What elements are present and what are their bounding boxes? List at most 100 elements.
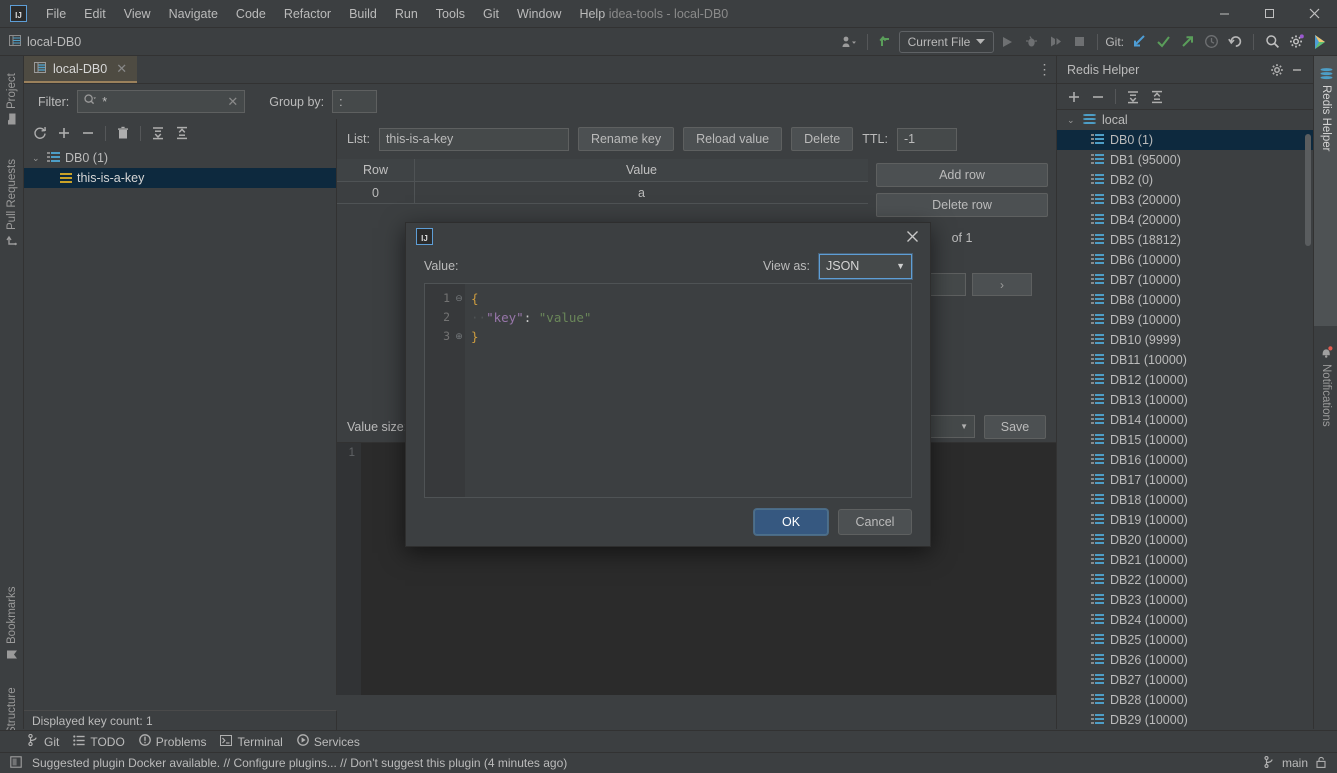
code-content[interactable]: {··"key": "value"} [465,284,911,497]
code-fold-gutter[interactable]: ⊖ ⊕ [453,284,465,497]
run-configuration-selector[interactable]: Current File [898,30,995,53]
cancel-button[interactable]: Cancel [838,509,912,535]
sidebar-item-bookmarks[interactable]: Bookmarks [0,574,24,666]
tree-node-db26[interactable]: DB26 (10000) [1057,650,1313,670]
tree-node-local[interactable]: ⌄ local [1057,110,1313,130]
redis-tree-scrollbar[interactable] [1305,134,1311,246]
view-as-select[interactable]: JSON ▼ [818,252,913,280]
close-icon[interactable]: ✕ [116,61,127,77]
delete-row-button[interactable]: Delete row [876,193,1048,217]
clear-filter-icon[interactable]: ✕ [227,94,238,110]
maximize-button[interactable] [1247,0,1292,27]
ai-assistant-icon[interactable] [1309,31,1331,53]
expand-all-icon[interactable] [1122,86,1144,108]
close-button[interactable] [1292,0,1337,27]
update-project-icon[interactable] [875,31,897,53]
tree-node-db3[interactable]: DB3 (20000) [1057,190,1313,210]
json-code-editor[interactable]: 123 ⊖ ⊕ {··"key": "value"} [424,283,912,498]
sidebar-item-pull-requests[interactable]: Pull Requests [0,142,24,252]
tree-node-db23[interactable]: DB23 (10000) [1057,590,1313,610]
search-everywhere-icon[interactable] [1261,31,1283,53]
minimize-button[interactable] [1202,0,1247,27]
table-row[interactable]: 0 a [337,182,868,204]
menu-tools[interactable]: Tools [427,3,474,25]
tree-node-db19[interactable]: DB19 (10000) [1057,510,1313,530]
menu-code[interactable]: Code [227,3,275,25]
key-name-input[interactable]: this-is-a-key [378,127,569,151]
run-with-coverage-button[interactable] [1044,31,1066,53]
tree-node-db12[interactable]: DB12 (10000) [1057,370,1313,390]
tree-node-db17[interactable]: DB17 (10000) [1057,470,1313,490]
git-commit-icon[interactable] [1152,31,1174,53]
delete-key-button[interactable]: Delete [791,127,854,151]
tool-button-terminal[interactable]: Terminal [220,734,283,749]
rollback-icon[interactable] [1224,31,1246,53]
tree-node-db8[interactable]: DB8 (10000) [1057,290,1313,310]
tree-node-db29[interactable]: DB29 (10000) [1057,710,1313,729]
cell-value[interactable]: a [415,182,868,203]
tree-node-db25[interactable]: DB25 (10000) [1057,630,1313,650]
status-branch[interactable]: main [1282,756,1308,770]
tree-node-db20[interactable]: DB20 (10000) [1057,530,1313,550]
remove-key-icon[interactable] [77,122,99,144]
tool-button-services[interactable]: Services [296,734,360,749]
tree-node-db6[interactable]: DB6 (10000) [1057,250,1313,270]
tree-node-db14[interactable]: DB14 (10000) [1057,410,1313,430]
tree-node-db0[interactable]: DB0 (1) [1057,130,1313,150]
redis-connection-tree[interactable]: ⌄ local DB0 (1) DB1 (95000) DB2 (0) DB3 (20… [1057,110,1313,729]
chevron-down-icon[interactable]: ⌄ [1067,115,1077,126]
tree-node-db10[interactable]: DB10 (9999) [1057,330,1313,350]
ok-button[interactable]: OK [754,509,828,535]
menu-run[interactable]: Run [386,3,427,25]
menu-navigate[interactable]: Navigate [160,3,227,25]
lock-icon[interactable] [1315,756,1327,771]
add-key-icon[interactable] [53,122,75,144]
tree-node-db16[interactable]: DB16 (10000) [1057,450,1313,470]
tree-node-db5[interactable]: DB5 (18812) [1057,230,1313,250]
tree-node-db0[interactable]: ⌄ DB0 (1) [24,148,336,168]
menu-view[interactable]: View [115,3,160,25]
menu-refactor[interactable]: Refactor [275,3,340,25]
tree-node-key[interactable]: this-is-a-key [24,168,336,188]
expand-all-icon[interactable] [147,122,169,144]
tool-button-problems[interactable]: Problems [138,734,206,749]
dialog-close-button[interactable] [900,225,924,247]
git-history-icon[interactable] [1200,31,1222,53]
next-page-button[interactable]: › [972,273,1032,296]
group-by-input[interactable]: : [332,90,378,113]
collapse-all-icon[interactable] [171,122,193,144]
save-button[interactable]: Save [984,414,1046,439]
delete-icon[interactable] [112,122,134,144]
tree-node-db28[interactable]: DB28 (10000) [1057,690,1313,710]
tree-node-db22[interactable]: DB22 (10000) [1057,570,1313,590]
minimize-panel-icon[interactable] [1287,60,1307,80]
reload-value-button[interactable]: Reload value [683,127,783,151]
code-fold-icon[interactable]: ⊕ [455,327,463,346]
menu-edit[interactable]: Edit [75,3,115,25]
tree-node-db9[interactable]: DB9 (10000) [1057,310,1313,330]
profile-icon[interactable] [838,31,860,53]
sidebar-item-project[interactable]: Project [0,58,24,130]
menu-git[interactable]: Git [474,3,508,25]
tree-node-db11[interactable]: DB11 (10000) [1057,350,1313,370]
column-header-value[interactable]: Value [415,159,868,181]
key-tree[interactable]: ⌄ DB0 (1) this-is-a-key [24,147,336,695]
stop-button[interactable] [1068,31,1090,53]
notification-log-icon[interactable] [10,755,22,771]
git-pull-icon[interactable] [1128,31,1150,53]
menu-file[interactable]: File [37,3,75,25]
menu-build[interactable]: Build [340,3,386,25]
filter-input[interactable]: * ✕ [77,90,246,113]
tree-node-db18[interactable]: DB18 (10000) [1057,490,1313,510]
tree-node-db21[interactable]: DB21 (10000) [1057,550,1313,570]
remove-connection-icon[interactable] [1087,86,1109,108]
menu-help[interactable]: Help [570,3,614,25]
collapse-all-icon[interactable] [1146,86,1168,108]
editor-tab-local-db0[interactable]: local-DB0 ✕ [24,56,138,83]
settings-gear-icon[interactable] [1285,31,1307,53]
menu-window[interactable]: Window [508,3,570,25]
gear-icon[interactable] [1267,60,1287,80]
tree-node-db1[interactable]: DB1 (95000) [1057,150,1313,170]
tool-button-git[interactable]: Git [28,733,59,749]
tree-node-db2[interactable]: DB2 (0) [1057,170,1313,190]
